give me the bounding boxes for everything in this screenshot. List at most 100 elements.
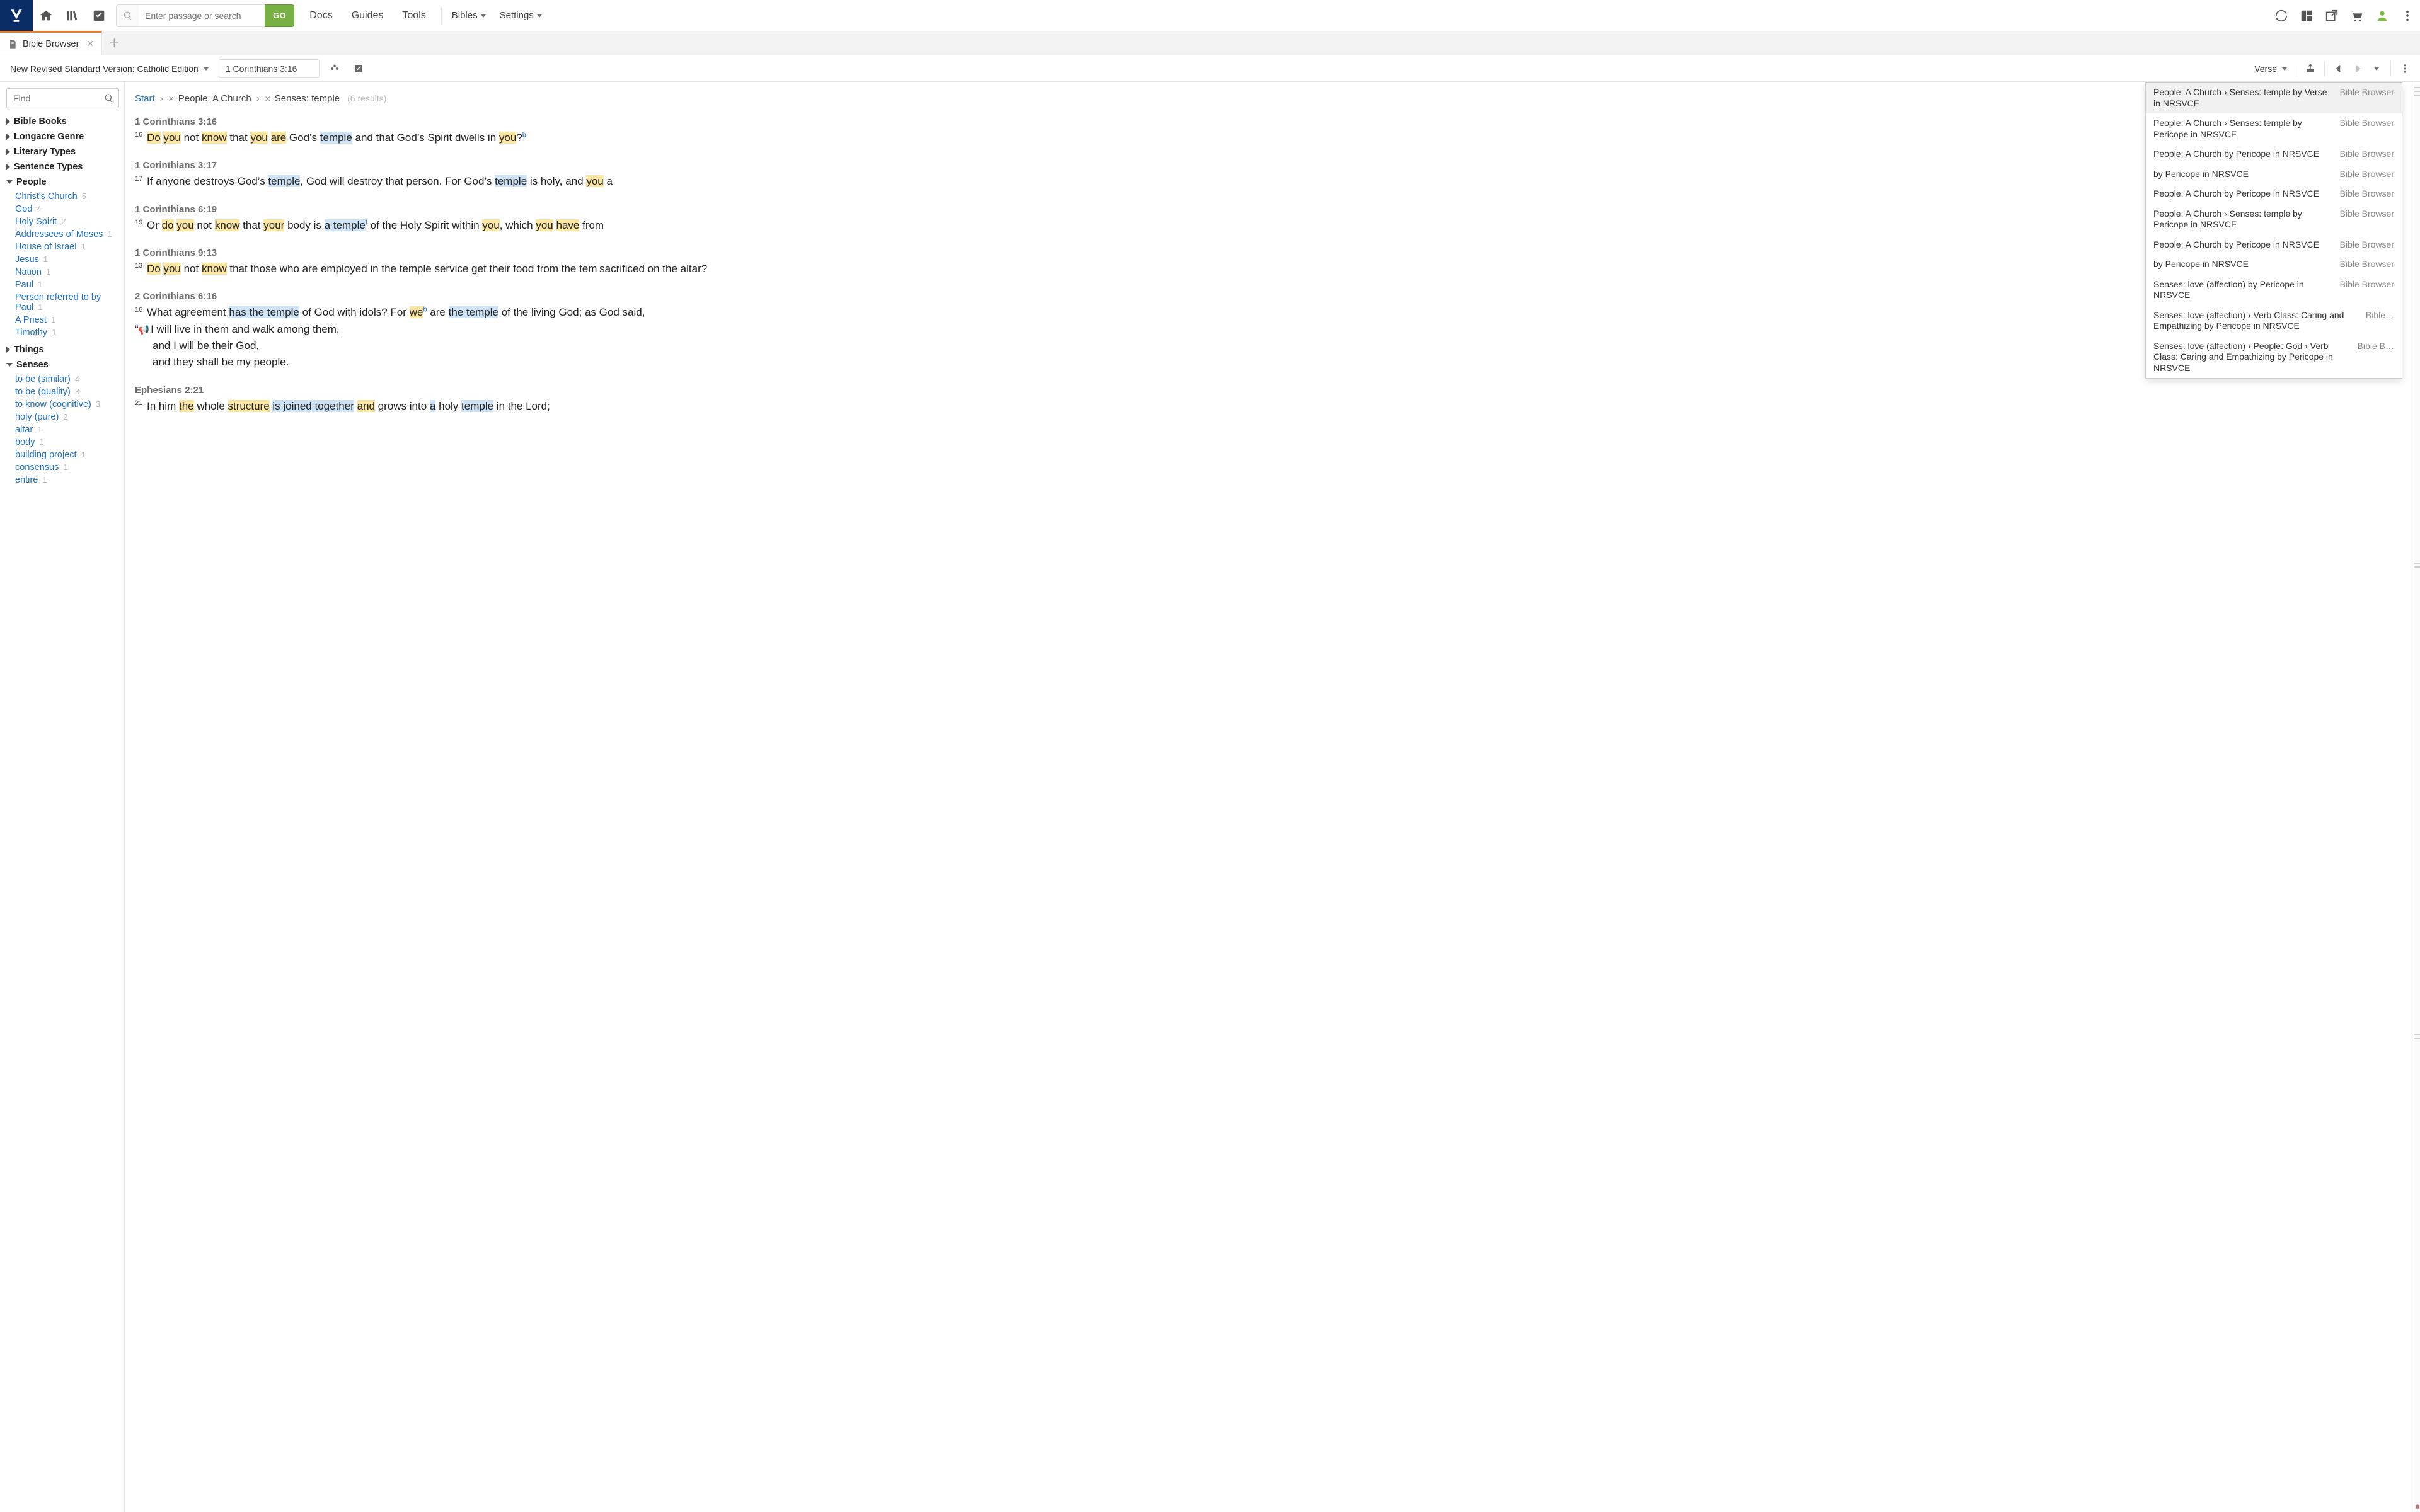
facet-group-label: Senses xyxy=(16,360,49,370)
facet-item[interactable]: House of Israel 1 xyxy=(15,241,119,253)
parallel-icon[interactable] xyxy=(326,60,343,77)
verse-reference[interactable]: 1 Corinthians 6:19 xyxy=(135,204,2395,215)
checkbox-icon[interactable] xyxy=(350,60,367,77)
facet-item[interactable]: entire 1 xyxy=(15,474,119,486)
facet-count: 4 xyxy=(37,204,41,214)
facet-item[interactable]: altar 1 xyxy=(15,423,119,436)
history-item[interactable]: People: A Church › Senses: temple by Per… xyxy=(2146,113,2402,144)
verse-reference[interactable]: Ephesians 2:21 xyxy=(135,385,2395,396)
history-item-source: Bible… xyxy=(2366,310,2394,320)
facet-item[interactable]: consensus 1 xyxy=(15,461,119,474)
new-tab-button[interactable]: ＋ xyxy=(102,31,126,55)
export-icon[interactable] xyxy=(2302,60,2319,77)
facet-count: 1 xyxy=(46,267,50,277)
close-icon[interactable]: ✕ xyxy=(168,94,175,103)
home-icon[interactable] xyxy=(33,0,59,31)
history-item[interactable]: Senses: love (affection) › People: God ›… xyxy=(2146,336,2402,379)
history-item[interactable]: People: A Church by Pericope in NRSVCEBi… xyxy=(2146,144,2402,164)
facet-item[interactable]: Person referred to by Paul 1 xyxy=(15,291,119,314)
verse-reference[interactable]: 1 Corinthians 3:17 xyxy=(135,160,2395,171)
history-item[interactable]: People: A Church › Senses: temple by Per… xyxy=(2146,204,2402,235)
menu-guides[interactable]: Guides xyxy=(352,10,384,21)
facet-group-header[interactable]: Sentence Types xyxy=(6,160,119,174)
facet-count: 1 xyxy=(39,437,43,447)
verse-reference[interactable]: 1 Corinthians 3:16 xyxy=(135,117,2395,127)
history-item-source: Bible Browser xyxy=(2340,118,2394,128)
find-input[interactable] xyxy=(6,88,119,108)
settings-dropdown[interactable]: Settings xyxy=(500,0,542,31)
history-item[interactable]: People: A Church by Pericope in NRSVCEBi… xyxy=(2146,235,2402,255)
facet-item[interactable]: A Priest 1 xyxy=(15,314,119,326)
breadcrumb: Start › ✕ People: A Church › ✕ Senses: t… xyxy=(135,93,2395,104)
verse-text: 19 Or do you not know that your body is … xyxy=(135,217,2395,234)
facet-item[interactable]: holy (pure) 2 xyxy=(15,411,119,423)
history-item-source: Bible Browser xyxy=(2340,279,2394,289)
search-icon[interactable] xyxy=(116,4,139,27)
facet-item[interactable]: Holy Spirit 2 xyxy=(15,215,119,228)
history-item-title: People: A Church by Pericope in NRSVCE xyxy=(2153,149,2334,160)
reference-input[interactable] xyxy=(219,59,320,78)
checkbox-icon[interactable] xyxy=(86,0,112,31)
history-item[interactable]: Senses: love (affection) by Pericope in … xyxy=(2146,275,2402,306)
history-item[interactable]: by Pericope in NRSVCEBible Browser xyxy=(2146,255,2402,275)
version-dropdown[interactable]: New Revised Standard Version: Catholic E… xyxy=(6,61,212,76)
view-mode-dropdown[interactable]: Verse xyxy=(2250,61,2291,76)
more-icon[interactable] xyxy=(2395,9,2420,23)
facet-item[interactable]: to be (quality) 3 xyxy=(15,386,119,398)
search-icon[interactable] xyxy=(104,93,114,103)
trash-icon[interactable] xyxy=(2414,1503,2420,1509)
history-item[interactable]: People: A Church by Pericope in NRSVCEBi… xyxy=(2146,184,2402,204)
facet-item[interactable]: God 4 xyxy=(15,203,119,215)
breadcrumb-start[interactable]: Start xyxy=(135,93,155,104)
facet-item[interactable]: Paul 1 xyxy=(15,278,119,291)
history-forward-icon[interactable] xyxy=(2349,60,2366,77)
bibles-dropdown[interactable]: Bibles xyxy=(452,0,486,31)
scrollbar-minimap[interactable] xyxy=(2414,82,2420,1512)
facet-group-header[interactable]: Senses xyxy=(6,358,119,372)
history-back-icon[interactable] xyxy=(2330,60,2348,77)
menu-docs[interactable]: Docs xyxy=(309,10,332,21)
facet-item[interactable]: Jesus 1 xyxy=(15,253,119,266)
chevron-down-icon xyxy=(537,14,542,18)
app-logo[interactable] xyxy=(0,0,33,31)
popout-icon[interactable] xyxy=(2319,9,2344,23)
facet-item[interactable]: to be (similar) 4 xyxy=(15,373,119,386)
close-icon[interactable]: ✕ xyxy=(86,38,94,49)
menu-tools[interactable]: Tools xyxy=(402,10,425,21)
facet-item[interactable]: to know (cognitive) 3 xyxy=(15,398,119,411)
facet-group-header[interactable]: People xyxy=(6,175,119,189)
facet-group-label: Bible Books xyxy=(14,117,67,127)
verse-reference[interactable]: 2 Corinthians 6:16 xyxy=(135,291,2395,302)
facet-group-header[interactable]: Longacre Genre xyxy=(6,130,119,144)
go-button[interactable]: GO xyxy=(265,4,294,27)
facet-item[interactable]: building project 1 xyxy=(15,449,119,461)
facet-item[interactable]: Timothy 1 xyxy=(15,326,119,339)
facet-count: 1 xyxy=(63,462,67,472)
separator xyxy=(441,7,442,25)
history-item[interactable]: Senses: love (affection) › Verb Class: C… xyxy=(2146,306,2402,336)
tab-bible-browser[interactable]: Bible Browser ✕ xyxy=(0,31,102,55)
facet-item[interactable]: body 1 xyxy=(15,436,119,449)
breadcrumb-people[interactable]: People: A Church xyxy=(178,93,251,104)
breadcrumb-senses[interactable]: Senses: temple xyxy=(275,93,340,104)
verse-reference[interactable]: 1 Corinthians 9:13 xyxy=(135,248,2395,258)
library-icon[interactable] xyxy=(59,0,86,31)
search-input[interactable] xyxy=(139,4,265,27)
facet-item[interactable]: Nation 1 xyxy=(15,266,119,278)
history-item[interactable]: by Pericope in NRSVCEBible Browser xyxy=(2146,164,2402,185)
facets-sidebar: Bible BooksLongacre GenreLiterary TypesS… xyxy=(0,82,125,1512)
cart-icon[interactable] xyxy=(2344,9,2370,23)
panel-more-icon[interactable] xyxy=(2396,60,2414,77)
close-icon[interactable]: ✕ xyxy=(265,94,271,103)
view-mode-label: Verse xyxy=(2254,64,2277,74)
sync-icon[interactable] xyxy=(2269,9,2294,23)
facet-group-header[interactable]: Literary Types xyxy=(6,145,119,159)
history-dropdown-icon[interactable] xyxy=(2368,60,2385,77)
layout-icon[interactable] xyxy=(2294,9,2319,23)
facet-item[interactable]: Addressees of Moses 1 xyxy=(15,228,119,241)
facet-group-header[interactable]: Bible Books xyxy=(6,115,119,129)
facet-item[interactable]: Christ's Church 5 xyxy=(15,190,119,203)
user-icon[interactable] xyxy=(2370,9,2395,23)
history-item[interactable]: People: A Church › Senses: temple by Ver… xyxy=(2146,83,2402,113)
facet-group-header[interactable]: Things xyxy=(6,343,119,357)
